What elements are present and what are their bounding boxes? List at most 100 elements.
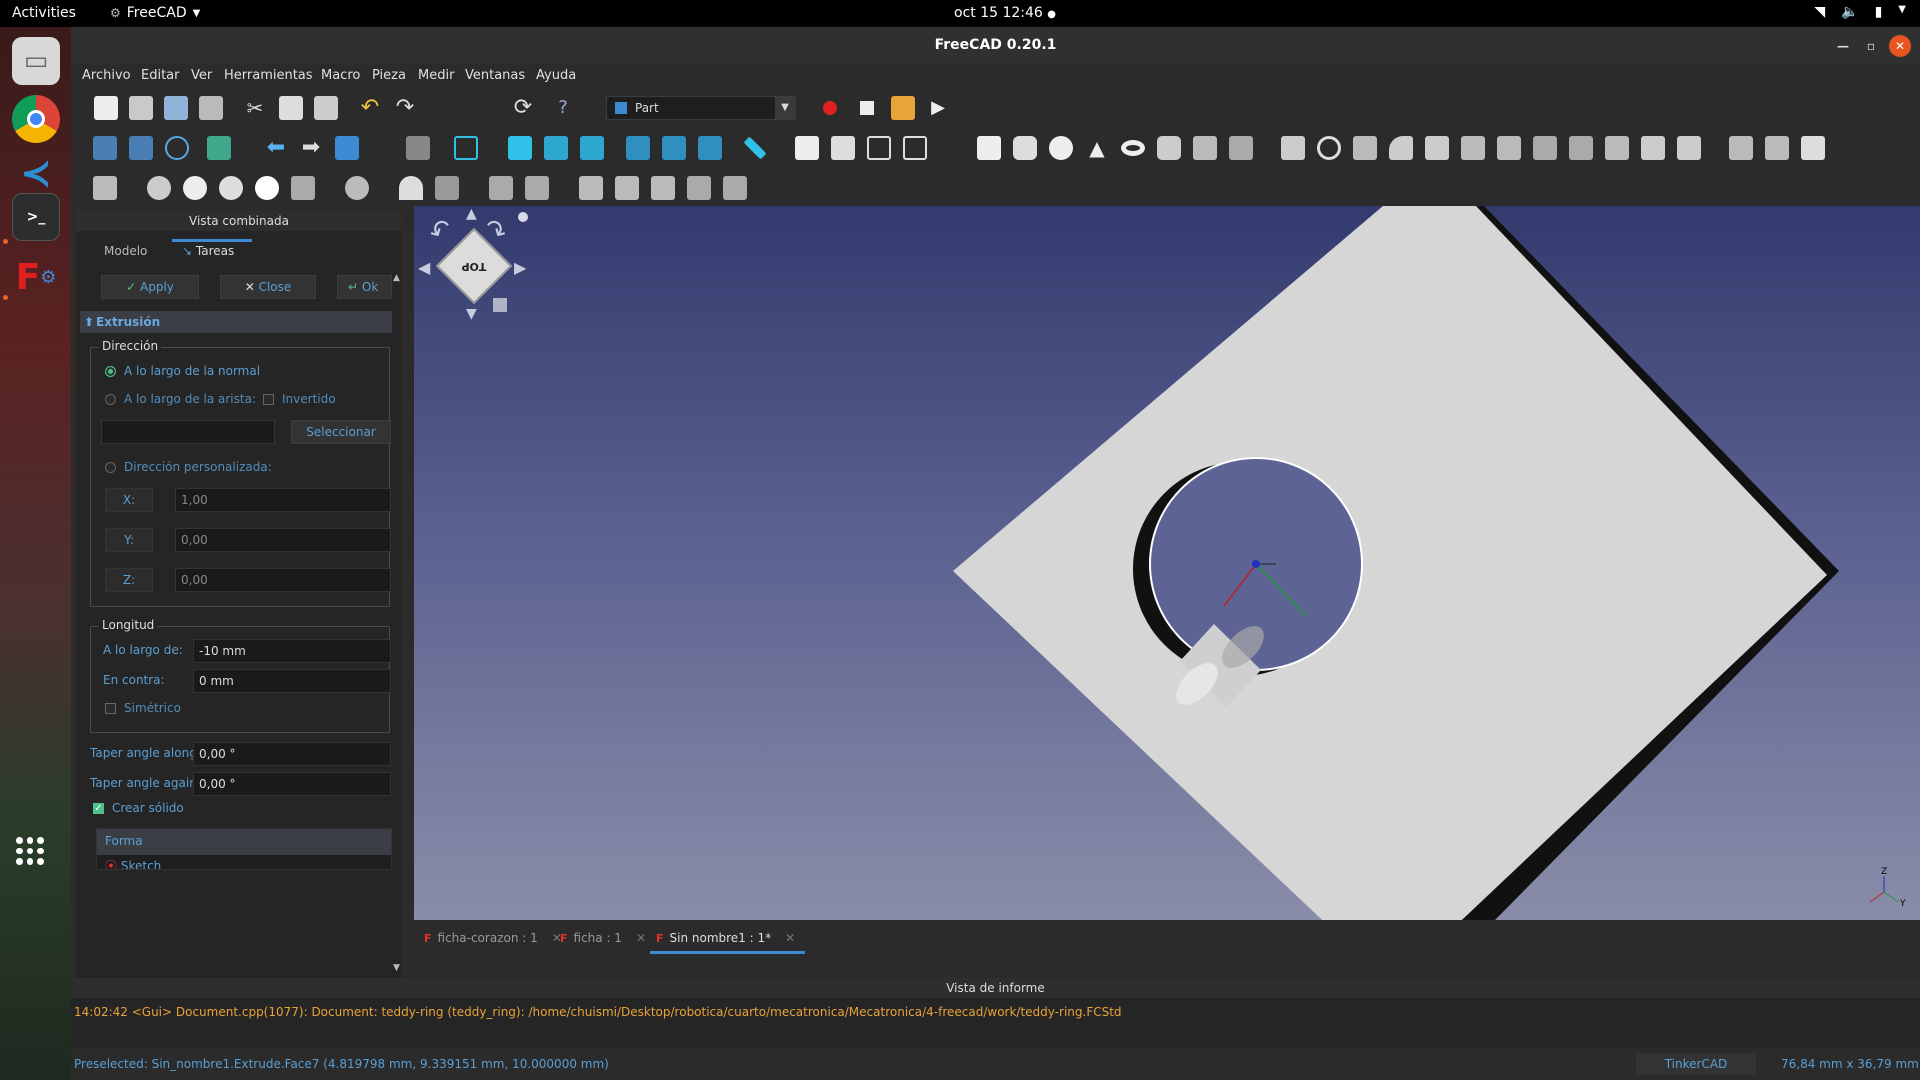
- fuse-icon[interactable]: [219, 176, 243, 200]
- torus-icon[interactable]: [1121, 140, 1145, 156]
- primitives-icon[interactable]: [1193, 136, 1217, 160]
- view-front-icon[interactable]: [508, 136, 532, 160]
- new-document-icon[interactable]: [94, 96, 118, 120]
- record-macro-icon[interactable]: [823, 101, 837, 115]
- sweep-icon[interactable]: [1569, 136, 1593, 160]
- sketch-icon[interactable]: [489, 176, 513, 200]
- redo-icon[interactable]: ↷: [393, 96, 417, 120]
- mirror-icon[interactable]: [1353, 136, 1377, 160]
- along-length-field[interactable]: -10 mm: [193, 639, 391, 663]
- part-object-icon[interactable]: [795, 136, 819, 160]
- edge-field[interactable]: [101, 420, 275, 444]
- view-left-icon[interactable]: [698, 136, 722, 160]
- common-icon[interactable]: [255, 176, 279, 200]
- defeaturing-icon[interactable]: [435, 176, 459, 200]
- group-folder-icon[interactable]: [831, 136, 855, 160]
- along-normal-radio[interactable]: [105, 366, 116, 377]
- shape-list-item[interactable]: ⦿ Sketch: [97, 855, 391, 869]
- menu-medir[interactable]: Medir: [418, 68, 454, 83]
- fit-selection-icon[interactable]: [129, 136, 153, 160]
- view-isometric-icon[interactable]: [454, 136, 478, 160]
- cone-icon[interactable]: ▲: [1085, 136, 1109, 160]
- freecad-icon[interactable]: F ⚙: [12, 253, 60, 301]
- box-icon[interactable]: [977, 136, 1001, 160]
- z-field[interactable]: 0,00: [175, 568, 391, 592]
- menu-editar[interactable]: Editar: [141, 68, 180, 83]
- against-length-field[interactable]: 0 mm: [193, 669, 391, 693]
- arrow-right-icon[interactable]: ▶: [514, 258, 526, 277]
- check-geometry-icon[interactable]: [399, 176, 423, 200]
- tab-model[interactable]: Modelo: [94, 239, 157, 265]
- copy-icon[interactable]: [279, 96, 303, 120]
- close-task-button[interactable]: ✕ Close: [220, 275, 316, 299]
- taper-along-field[interactable]: 0,00 °: [193, 742, 391, 766]
- measure-clear-icon[interactable]: [723, 176, 747, 200]
- inverted-checkbox[interactable]: [263, 394, 274, 405]
- fillet-icon[interactable]: [1389, 136, 1413, 160]
- sphere-icon[interactable]: [1049, 136, 1073, 160]
- cylinder-icon[interactable]: [1013, 136, 1037, 160]
- workbench-selector[interactable]: Part ▼: [606, 96, 796, 120]
- view-rear-icon[interactable]: [626, 136, 650, 160]
- maximize-button[interactable]: ▫: [1860, 35, 1882, 57]
- cut-boolean-icon[interactable]: [183, 176, 207, 200]
- color-per-face-icon[interactable]: [1801, 136, 1825, 160]
- arrow-up-icon[interactable]: ▲: [466, 206, 477, 222]
- vscode-icon[interactable]: ≺: [12, 149, 60, 197]
- edit-sketch-icon[interactable]: [525, 176, 549, 200]
- loft-icon[interactable]: [1533, 136, 1557, 160]
- x-field[interactable]: 1,00: [175, 488, 391, 512]
- link-make-icon[interactable]: [867, 136, 891, 160]
- thickness-icon[interactable]: [1729, 136, 1753, 160]
- measure-icon[interactable]: [743, 136, 767, 160]
- apply-button[interactable]: ✓ Apply: [101, 275, 199, 299]
- section-icon[interactable]: [1605, 136, 1629, 160]
- doc-tab-ficha-corazon[interactable]: F ficha-corazon : 1 ✕: [424, 931, 562, 945]
- measure-angular-icon[interactable]: [651, 176, 675, 200]
- back-icon[interactable]: ⬅: [264, 136, 288, 160]
- tube-icon[interactable]: [1157, 136, 1181, 160]
- offset-icon[interactable]: [1677, 136, 1701, 160]
- navigation-style-button[interactable]: TinkerCAD: [1636, 1053, 1756, 1075]
- measure-refresh-icon[interactable]: [687, 176, 711, 200]
- taper-against-field[interactable]: 0,00 °: [193, 772, 391, 796]
- view-top-icon[interactable]: [544, 136, 568, 160]
- bounding-box-icon[interactable]: [207, 136, 231, 160]
- chamfer-icon[interactable]: [1425, 136, 1449, 160]
- cross-sections-icon[interactable]: [1641, 136, 1665, 160]
- menu-ver[interactable]: Ver: [191, 68, 212, 83]
- compound-icon[interactable]: [93, 176, 117, 200]
- along-edge-radio[interactable]: [105, 394, 116, 405]
- close-tab-icon[interactable]: ✕: [785, 931, 795, 945]
- y-field[interactable]: 0,00: [175, 528, 391, 552]
- navigation-cube[interactable]: ↶ ↷ ▲ ◀ ▶ ▼ TOP: [414, 206, 544, 336]
- print-icon[interactable]: [199, 96, 223, 120]
- create-solid-checkbox[interactable]: ✓: [93, 803, 104, 814]
- ok-button[interactable]: ↵ Ok: [337, 275, 392, 299]
- app-menu[interactable]: ⚙ FreeCAD ▼: [110, 5, 200, 21]
- select-button[interactable]: Seleccionar: [291, 420, 391, 444]
- make-face-icon[interactable]: [1461, 136, 1485, 160]
- open-document-icon[interactable]: [129, 96, 153, 120]
- clock[interactable]: oct 15 12:46 ●: [954, 5, 1056, 21]
- link-icon[interactable]: [335, 136, 359, 160]
- doc-tab-ficha[interactable]: F ficha : 1 ✕: [560, 931, 646, 945]
- menu-ventanas[interactable]: Ventanas: [465, 68, 525, 83]
- tab-tasks[interactable]: ↘ Tareas: [172, 239, 252, 265]
- link-sub-icon[interactable]: [903, 136, 927, 160]
- whats-this-icon[interactable]: ?: [551, 96, 575, 120]
- menu-pieza[interactable]: Pieza: [372, 68, 406, 83]
- forward-icon[interactable]: ➡: [299, 136, 323, 160]
- run-macro-icon[interactable]: ▶: [926, 96, 950, 120]
- join-features-icon[interactable]: [291, 176, 315, 200]
- macro-editor-icon[interactable]: [891, 96, 915, 120]
- attachment-icon[interactable]: [579, 176, 603, 200]
- extrude-icon[interactable]: [1281, 136, 1305, 160]
- ruled-surface-icon[interactable]: [1497, 136, 1521, 160]
- 3d-viewport[interactable]: Z Y ↶ ↷ ▲ ◀ ▶ ▼ TOP: [414, 206, 1920, 920]
- arrow-left-icon[interactable]: ◀: [418, 258, 430, 277]
- boolean-icon[interactable]: [147, 176, 171, 200]
- symmetric-checkbox[interactable]: [105, 703, 116, 714]
- std-group-icon[interactable]: [406, 136, 430, 160]
- menu-macro[interactable]: Macro: [321, 68, 360, 83]
